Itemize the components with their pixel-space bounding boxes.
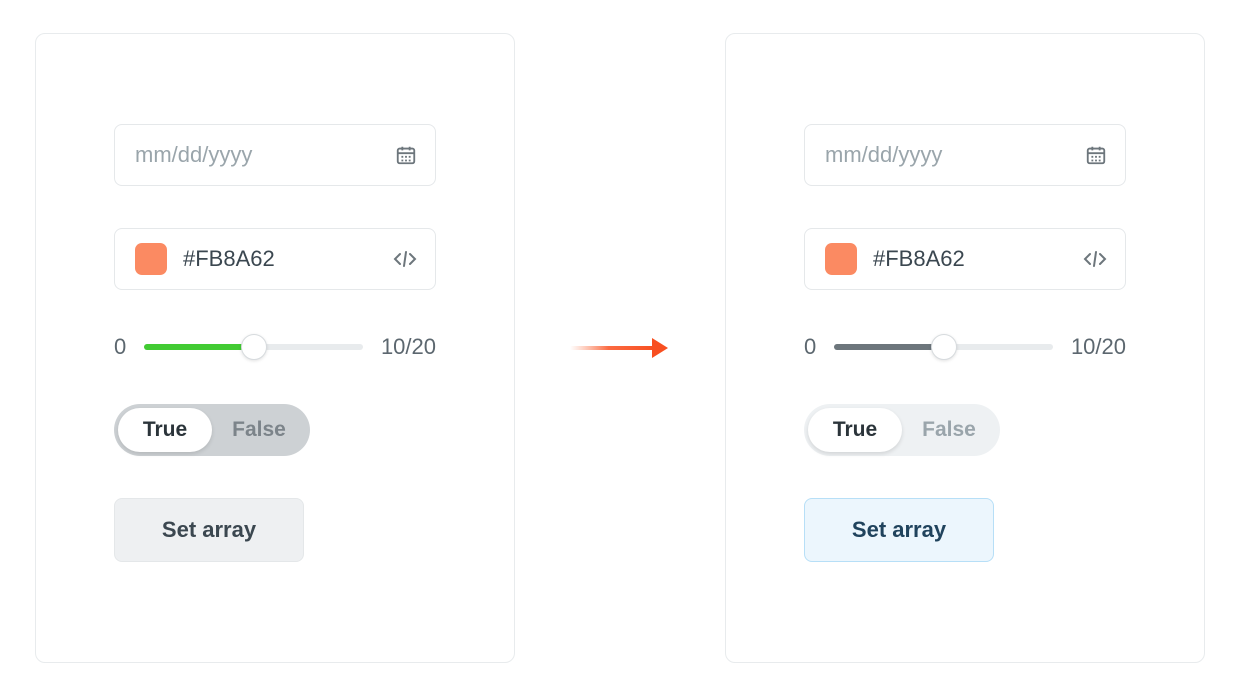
calendar-icon: [395, 144, 417, 166]
color-swatch: [825, 243, 857, 275]
controls-card-left: mm/dd/yyyy #FB8A62 0 10/20: [35, 33, 515, 663]
set-array-label: Set array: [852, 517, 946, 543]
boolean-toggle[interactable]: True False: [804, 404, 1000, 456]
set-array-label: Set array: [162, 517, 256, 543]
code-icon: [1083, 249, 1107, 269]
toggle-false[interactable]: False: [902, 408, 996, 452]
color-swatch: [135, 243, 167, 275]
color-value: #FB8A62: [183, 246, 275, 272]
slider-min: 0: [804, 334, 816, 360]
slider-row: 0 10/20: [114, 332, 436, 362]
color-field[interactable]: #FB8A62: [114, 228, 436, 290]
controls-card-right: mm/dd/yyyy #FB8A62 0 10/20: [725, 33, 1205, 663]
arrow-icon: [570, 336, 670, 360]
slider-row: 0 10/20: [804, 332, 1126, 362]
date-field[interactable]: mm/dd/yyyy: [804, 124, 1126, 186]
slider[interactable]: [834, 332, 1053, 362]
date-field[interactable]: mm/dd/yyyy: [114, 124, 436, 186]
color-value: #FB8A62: [873, 246, 965, 272]
slider-fill: [834, 344, 943, 350]
slider[interactable]: [144, 332, 363, 362]
toggle-true[interactable]: True: [118, 408, 212, 452]
toggle-false[interactable]: False: [212, 408, 306, 452]
date-placeholder: mm/dd/yyyy: [135, 142, 252, 168]
toggle-true[interactable]: True: [808, 408, 902, 452]
boolean-toggle[interactable]: True False: [114, 404, 310, 456]
color-field[interactable]: #FB8A62: [804, 228, 1126, 290]
calendar-icon: [1085, 144, 1107, 166]
set-array-button[interactable]: Set array: [114, 498, 304, 562]
slider-readout: 10/20: [1071, 334, 1126, 360]
code-icon: [393, 249, 417, 269]
slider-knob[interactable]: [931, 334, 957, 360]
slider-fill: [144, 344, 253, 350]
slider-knob[interactable]: [241, 334, 267, 360]
set-array-button[interactable]: Set array: [804, 498, 994, 562]
slider-min: 0: [114, 334, 126, 360]
date-placeholder: mm/dd/yyyy: [825, 142, 942, 168]
slider-readout: 10/20: [381, 334, 436, 360]
